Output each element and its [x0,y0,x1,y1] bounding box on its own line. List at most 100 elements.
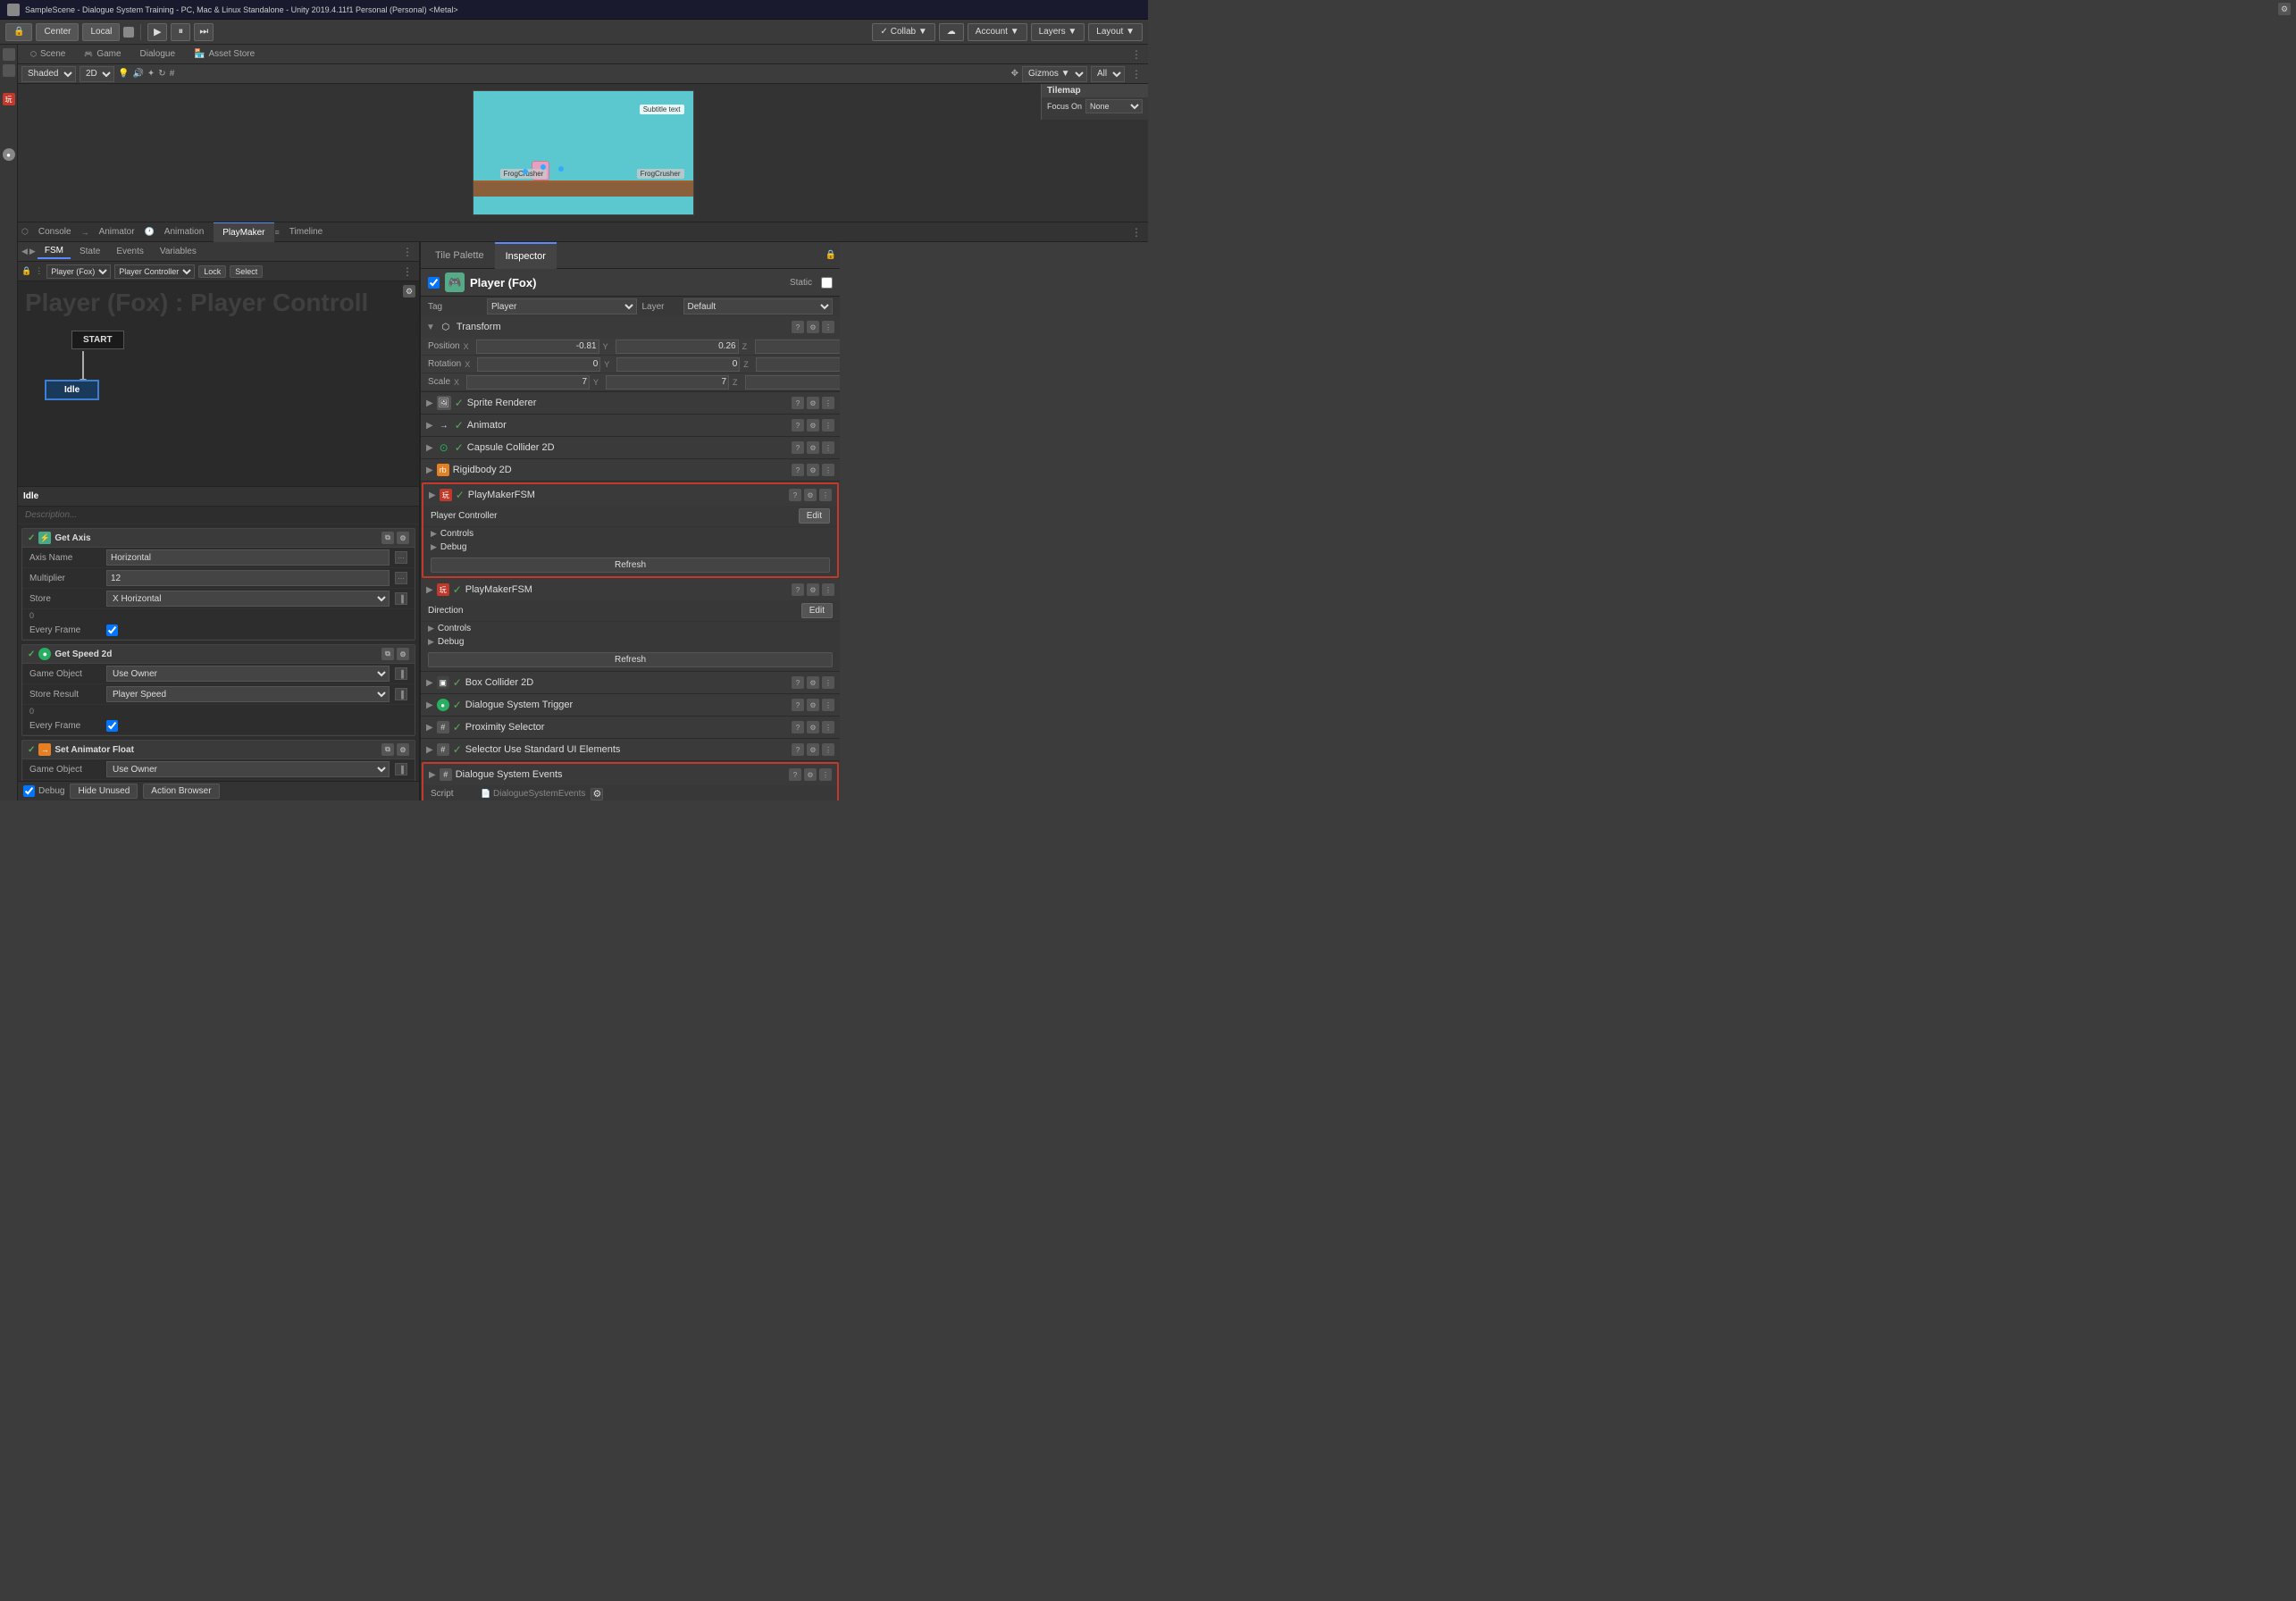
direction-edit-btn[interactable]: Edit [801,603,833,618]
box-more-btn[interactable]: ⋮ [822,676,834,689]
fsm-idle-node[interactable]: Idle [45,380,99,400]
playmaker-fsm-2-header[interactable]: ▶ 玩 ✓ PlayMakerFSM ? ⚙ ⋮ [421,579,840,600]
sidebar-icon-dots[interactable] [3,64,15,77]
debug-checkbox[interactable] [23,785,35,797]
tab-game[interactable]: 🎮 Game [75,45,130,64]
get-speed-copy-icon[interactable]: ⧉ [381,648,394,660]
step-button[interactable]: ⏭ [194,23,214,41]
tab-animation[interactable]: Animation [155,222,213,242]
dialogue-trigger-header[interactable]: ▶ ● ✓ Dialogue System Trigger ? ⚙ ⋮ [421,694,840,716]
tag-select[interactable]: Player [487,298,637,314]
de-settings-btn[interactable]: ⚙ [804,768,817,781]
sui-settings-btn[interactable]: ⚙ [807,743,819,756]
fsm-tab-events[interactable]: Events [109,245,151,258]
fsm-back-btn[interactable]: ◀ [21,247,28,256]
fsm-controller-select[interactable]: Player Controller [114,264,195,279]
multiplier-input[interactable] [106,570,390,586]
2d-select[interactable]: 2D [80,66,114,82]
sui-help-btn[interactable]: ? [792,743,804,756]
cloud-button[interactable]: ☁ [939,23,964,41]
tab-dialogue[interactable]: Dialogue [131,45,184,64]
pfm1-help-btn[interactable]: ? [789,489,801,501]
rot-x-input[interactable] [477,357,600,372]
de-help-btn[interactable]: ? [789,768,801,781]
fsm-tab-variables[interactable]: Variables [153,245,204,258]
rb-more-btn[interactable]: ⋮ [822,464,834,476]
set-anim-scroll[interactable]: ▐ [395,763,407,775]
tab-more-button[interactable]: ⋮ [1128,48,1144,61]
pfm2-help-btn[interactable]: ? [792,583,804,596]
all-select[interactable]: All [1091,66,1125,82]
hide-unused-btn[interactable]: Hide Unused [70,784,138,799]
script-settings-icon[interactable]: ⚙ [591,788,603,800]
get-axis-copy-icon[interactable]: ⧉ [381,532,394,544]
scale-z-input[interactable] [745,375,840,390]
every-frame-check-1[interactable] [106,624,118,636]
anim-settings-btn[interactable]: ⚙ [807,419,819,432]
rb-help-btn[interactable]: ? [792,464,804,476]
focus-on-select[interactable]: None [1085,99,1143,113]
set-anim-gameobj-select[interactable]: Use Owner [106,761,390,777]
object-active-check[interactable] [428,277,440,289]
pfm1-more-btn[interactable]: ⋮ [819,489,832,501]
fsm-breadcrumb-more[interactable]: ⋮ [399,265,415,278]
tab-scene[interactable]: ⬡ Scene [21,45,74,64]
capsule-more-btn[interactable]: ⋮ [822,441,834,454]
ps-more-btn[interactable]: ⋮ [822,721,834,733]
fsm-player-select[interactable]: Player (Fox) [46,264,111,279]
axis-name-dots-icon[interactable]: ⋯ [395,551,407,564]
scene-toolbar-more[interactable]: ⋮ [1128,68,1144,80]
playmaker-fsm-1-header[interactable]: ▶ 玩 ✓ PlayMakerFSM ? ⚙ ⋮ [423,484,837,506]
rot-y-input[interactable] [616,357,740,372]
capsule-settings-btn[interactable]: ⚙ [807,441,819,454]
refresh-btn-1[interactable]: Refresh [431,557,830,573]
set-animator-copy-icon[interactable]: ⧉ [381,743,394,756]
sidebar-icon-lock[interactable] [3,48,15,61]
get-speed-header[interactable]: ✓ ● Get Speed 2d ⧉ ⚙ [22,645,415,664]
transform-help-btn[interactable]: ? [792,321,804,333]
transform-settings-btn[interactable]: ⚙ [807,321,819,333]
transform-more-btn[interactable]: ⋮ [822,321,834,333]
layout-button[interactable]: Layout ▼ [1088,23,1143,41]
get-axis-header[interactable]: ✓ ⚡ Get Axis ⧉ ⚙ [22,529,415,548]
player-controller-edit-btn[interactable]: Edit [799,508,830,524]
pfm2-settings-btn[interactable]: ⚙ [807,583,819,596]
ps-help-btn[interactable]: ? [792,721,804,733]
gizmos-select[interactable]: Gizmos ▼ [1022,66,1087,82]
account-button[interactable]: Account ▼ [968,23,1027,41]
capsule-header[interactable]: ▶ ⊙ ✓ Capsule Collider 2D ? ⚙ ⋮ [421,437,840,458]
pos-x-input[interactable] [476,339,599,354]
fsm-select-btn[interactable]: Select [230,265,263,278]
tab-playmaker[interactable]: PlayMaker [214,222,273,242]
dt-help-btn[interactable]: ? [792,699,804,711]
tab-console[interactable]: Console [29,222,80,242]
sui-more-btn[interactable]: ⋮ [822,743,834,756]
box-collider-header[interactable]: ▶ ▣ ✓ Box Collider 2D ? ⚙ ⋮ [421,672,840,693]
ps-settings-btn[interactable]: ⚙ [807,721,819,733]
pfm1-settings-btn[interactable]: ⚙ [804,489,817,501]
tab-asset-store[interactable]: 🏪 Asset Store [185,45,264,64]
fsm-more-btn[interactable]: ⋮ [399,246,415,258]
axis-name-input[interactable] [106,549,390,566]
box-help-btn[interactable]: ? [792,676,804,689]
scale-y-input[interactable] [606,375,729,390]
store-result-select[interactable]: Player Speed [106,686,390,702]
anim-more-btn[interactable]: ⋮ [822,419,834,432]
refresh-btn-2[interactable]: Refresh [428,652,833,667]
layer-select[interactable]: Default [683,298,834,314]
store-scrollbar[interactable]: ▐ [395,592,407,605]
dialogue-events-header[interactable]: ▶ # Dialogue System Events ? ⚙ ⋮ [423,764,837,785]
play-button[interactable]: ▶ [147,23,167,41]
selector-ui-header[interactable]: ▶ # ✓ Selector Use Standard UI Elements … [421,739,840,760]
box-settings-btn[interactable]: ⚙ [807,676,819,689]
inspector-lock-icon[interactable]: 🔒 [825,250,836,260]
every-frame-check-2[interactable] [106,720,118,732]
proximity-header[interactable]: ▶ # ✓ Proximity Selector ? ⚙ ⋮ [421,717,840,738]
pfm2-more-btn[interactable]: ⋮ [822,583,834,596]
get-speed-gameobj-select[interactable]: Use Owner [106,666,390,682]
store-select[interactable]: X Horizontal [106,591,390,607]
store-result-scroll[interactable]: ▐ [395,688,407,700]
get-speed-gameobj-scroll[interactable]: ▐ [395,667,407,680]
collab-button[interactable]: ✓ Collab ▼ [872,23,934,41]
de-more-btn[interactable]: ⋮ [819,768,832,781]
